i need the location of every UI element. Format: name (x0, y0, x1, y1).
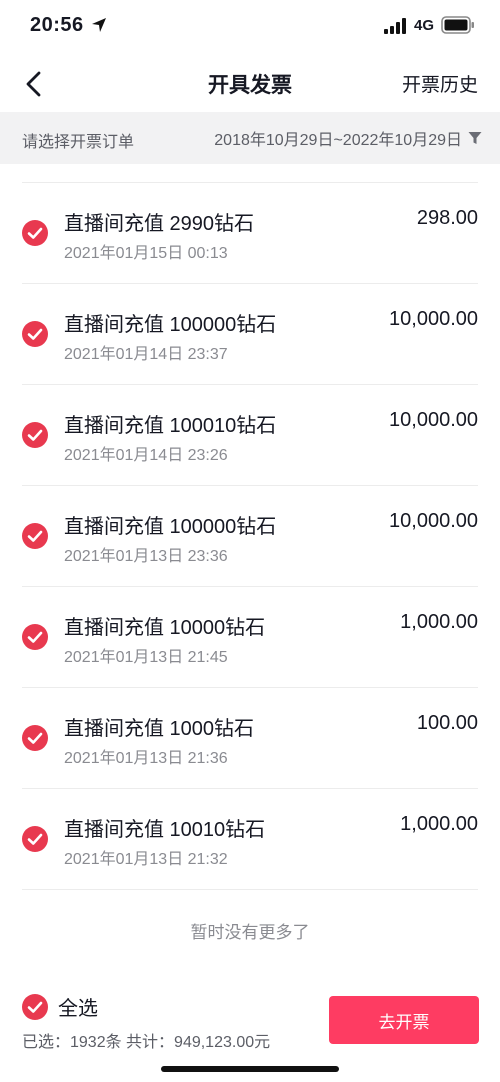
order-name: 直播间充值 10010钻石 (64, 819, 266, 841)
order-date: 2021年01月15日 00:13 (64, 245, 228, 262)
checked-circle-icon (22, 993, 48, 1020)
location-arrow-icon (92, 18, 106, 32)
checked-circle-icon[interactable] (22, 624, 48, 650)
order-amount: 1,000.00 (400, 813, 478, 835)
order-date: 2021年01月13日 21:32 (64, 851, 228, 868)
order-amount: 10,000.00 (389, 308, 478, 330)
battery-icon (441, 16, 474, 34)
order-amount: 298.00 (416, 207, 478, 229)
order-row[interactable]: 直播间充值 100010钻石 2021年01月14日 23:26 10,000.00 (22, 385, 478, 486)
order-date: 2021年01月13日 21:36 (64, 750, 228, 767)
back-chevron-icon (26, 71, 41, 97)
order-date: 2021年01月13日 21:45 (64, 649, 228, 666)
order-date: 2021年01月13日 23:36 (64, 548, 228, 565)
status-bar: 20:56 4G (0, 0, 500, 56)
order-date: 2021年01月14日 23:26 (64, 447, 228, 464)
select-all-toggle[interactable]: 全选 (22, 992, 98, 1021)
checked-circle-icon[interactable] (22, 826, 48, 852)
order-row[interactable]: 直播间充值 10000钻石 2021年01月13日 21:45 1,000.00 (22, 587, 478, 688)
order-row[interactable]: 直播间充值 1000钻石 2021年01月13日 21:36 100.00 (22, 688, 478, 789)
order-name: 直播间充值 100000钻石 (64, 314, 277, 336)
bottom-bar: 全选 已选：1932条 共计：949,123.00元 去开票 (0, 978, 500, 1082)
order-amount: 1,000.00 (400, 611, 478, 633)
filter-label: 请选择开票订单 (22, 134, 135, 151)
list-divider (22, 164, 478, 183)
back-button[interactable] (16, 66, 50, 102)
order-name: 直播间充值 100010钻石 (64, 415, 277, 437)
order-row[interactable]: 直播间充值 100000钻石 2021年01月13日 23:36 10,000.00 (22, 486, 478, 587)
home-indicator (161, 1066, 339, 1072)
order-name: 直播间充值 2990钻石 (64, 213, 255, 235)
order-name: 直播间充值 10000钻石 (64, 617, 266, 639)
issue-invoice-button[interactable]: 去开票 (329, 996, 479, 1044)
status-time: 20:56 (30, 14, 84, 36)
network-type: 4G (414, 17, 435, 34)
selection-summary: 已选：1932条 共计：949,123.00元 (22, 1034, 271, 1051)
checked-circle-icon[interactable] (22, 523, 48, 549)
filter-icon (468, 132, 482, 144)
date-range-text: 2018年10月29日~2022年10月29日 (214, 132, 462, 149)
order-amount: 100.00 (416, 712, 478, 734)
invoice-history-link[interactable]: 开票历史 (402, 70, 478, 97)
order-row[interactable]: 直播间充值 10010钻石 2021年01月13日 21:32 1,000.00 (22, 789, 478, 890)
order-date: 2021年01月14日 23:37 (64, 346, 228, 363)
checked-circle-icon[interactable] (22, 220, 48, 246)
order-list: 直播间充值 2990钻石 2021年01月15日 00:13 298.00 直播间充值… (0, 164, 500, 943)
nav-bar: 开具发票 开票历史 (0, 56, 500, 112)
checked-circle-icon[interactable] (22, 725, 48, 751)
order-amount: 10,000.00 (389, 409, 478, 431)
filter-bar: 请选择开票订单 2018年10月29日~2022年10月29日 (0, 112, 500, 164)
date-range-filter[interactable]: 2018年10月29日~2022年10月29日 (214, 126, 482, 150)
select-all-label: 全选 (58, 998, 98, 1020)
order-name: 直播间充值 1000钻石 (64, 718, 255, 740)
order-name: 直播间充值 100000钻石 (64, 516, 277, 538)
order-row[interactable]: 直播间充值 2990钻石 2021年01月15日 00:13 298.00 (22, 183, 478, 284)
order-row[interactable]: 直播间充值 100000钻石 2021年01月14日 23:37 10,000.00 (22, 284, 478, 385)
order-amount: 10,000.00 (389, 510, 478, 532)
checked-circle-icon[interactable] (22, 321, 48, 347)
signal-icon (384, 18, 406, 34)
checked-circle-icon[interactable] (22, 422, 48, 448)
no-more-text: 暂时没有更多了 (190, 923, 310, 942)
